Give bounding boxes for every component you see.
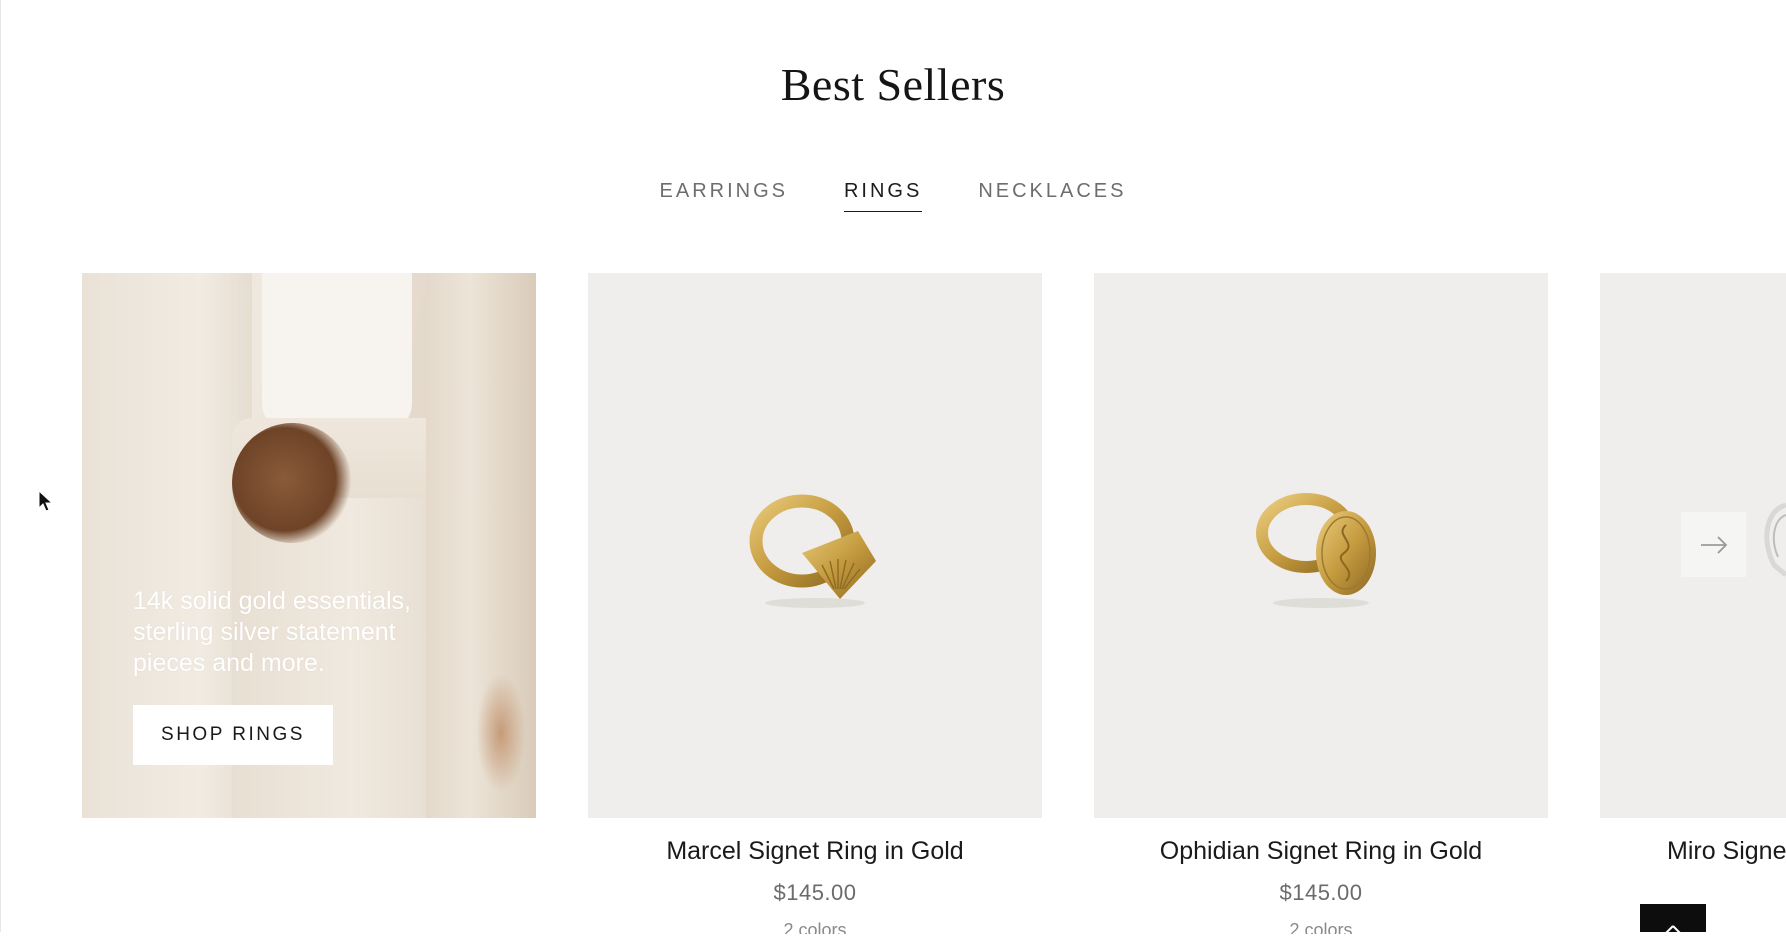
tab-earrings[interactable]: EARRINGS xyxy=(660,180,788,212)
product-name[interactable]: Marcel Signet Ring in Gold xyxy=(588,837,1042,866)
category-tabs: EARRINGS RINGS NECKLACES xyxy=(0,180,1786,212)
product-price: $145.00 xyxy=(1279,880,1363,905)
product-name[interactable]: Miro Signe xyxy=(1600,837,1786,866)
promo-text: 14k solid gold essentials, sterling silv… xyxy=(133,586,453,679)
promo-card: 14k solid gold essentials, sterling silv… xyxy=(82,273,536,818)
tab-rings[interactable]: RINGS xyxy=(843,180,923,212)
scroll-to-top-button[interactable] xyxy=(1640,904,1706,935)
promo-photo-hand-right xyxy=(476,673,526,793)
product-image[interactable] xyxy=(588,273,1042,818)
gold-oval-signet-ring-icon xyxy=(1256,492,1376,608)
product-image[interactable] xyxy=(1094,273,1548,818)
product-card-ophidian[interactable] xyxy=(1094,273,1548,818)
promo-text-line: 14k solid gold essentials, xyxy=(133,587,411,615)
shop-rings-button[interactable]: SHOP RINGS xyxy=(133,705,333,765)
arrow-right-icon xyxy=(1700,535,1727,554)
page-left-border xyxy=(0,0,1,932)
arrow-up-icon xyxy=(1664,925,1682,935)
product-card-marcel[interactable] xyxy=(588,273,1042,818)
promo-text-line: pieces and more. xyxy=(133,649,325,677)
promo-text-line: sterling silver statement xyxy=(133,618,396,646)
promo-photo-top xyxy=(262,273,412,433)
gold-signet-ring-icon xyxy=(749,494,876,608)
silver-ring-icon xyxy=(1764,502,1786,577)
tab-necklaces[interactable]: NECKLACES xyxy=(978,180,1126,212)
section-title: Best Sellers xyxy=(780,59,1006,110)
carousel-next-button[interactable] xyxy=(1681,512,1746,577)
product-name[interactable]: Ophidian Signet Ring in Gold xyxy=(1094,837,1548,866)
product-price: $145.00 xyxy=(773,880,857,905)
mouse-pointer-icon xyxy=(38,490,54,512)
